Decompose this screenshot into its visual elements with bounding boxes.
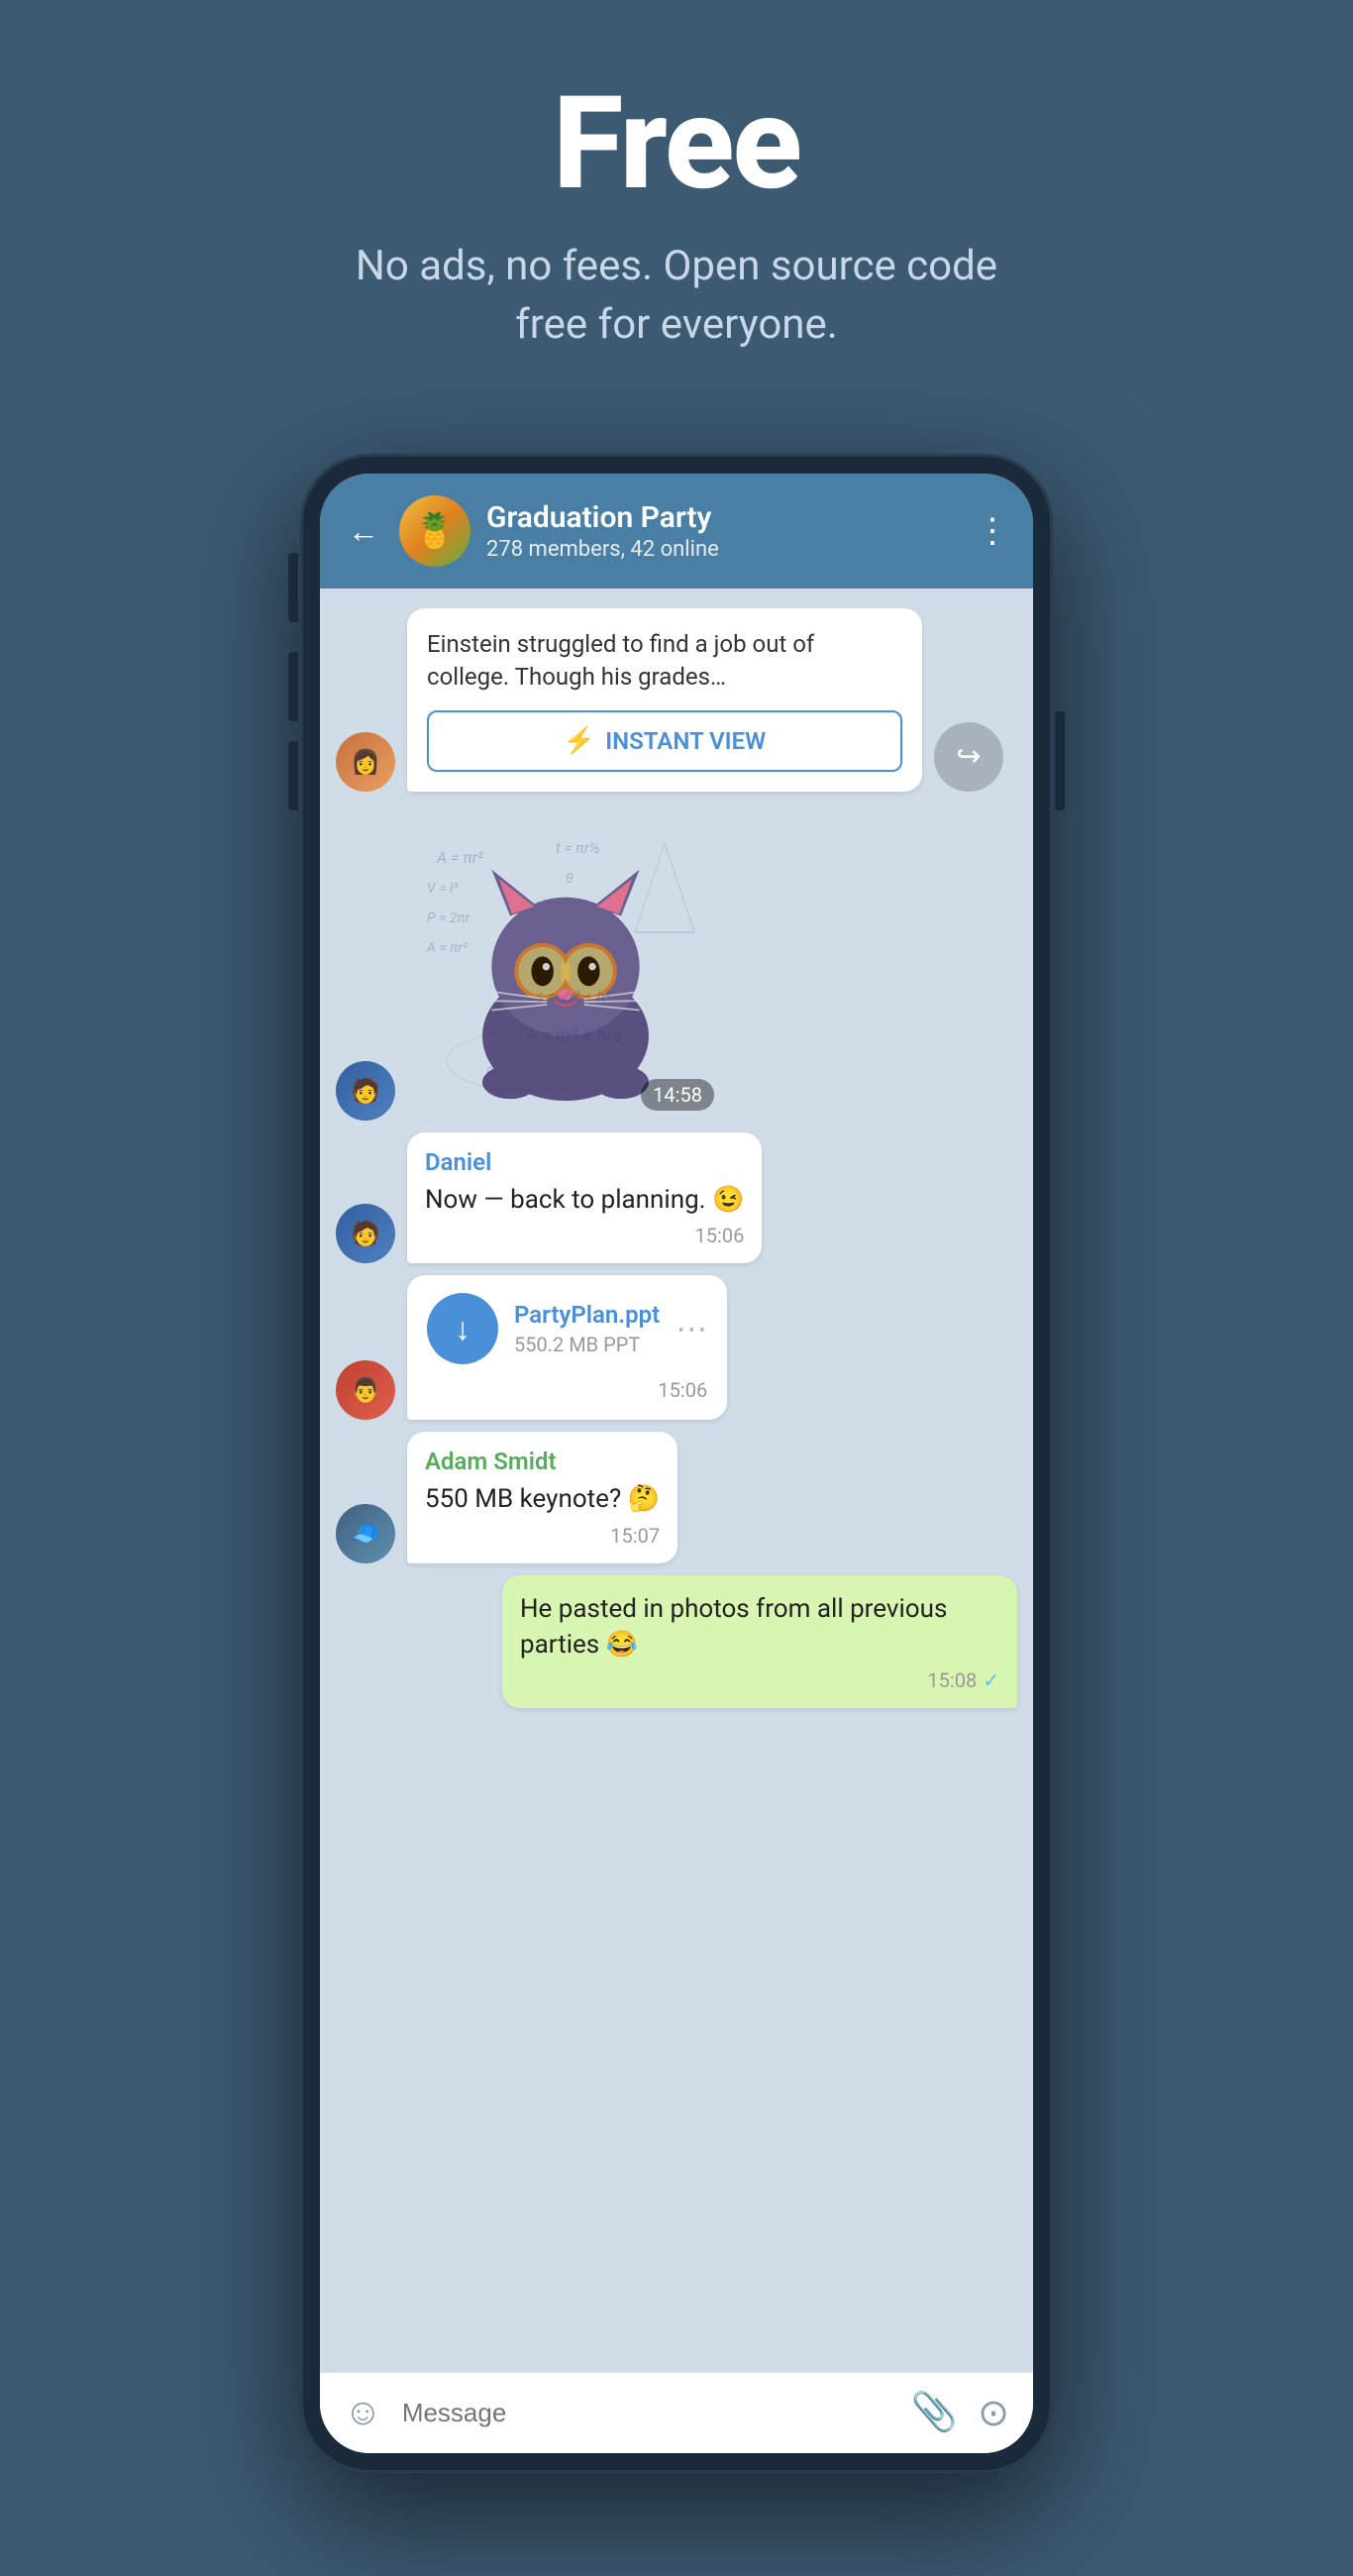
iv-card-row: 👩 Einstein struggled to find a job out o… bbox=[336, 608, 1017, 792]
file-msg-row: 👨 ↓ PartyPlan.ppt 550.2 MB PPT ⋯ 15:06 bbox=[336, 1275, 1017, 1420]
own-time: 15:08 ✓ bbox=[520, 1668, 999, 1692]
sticker-message: A = πr² V = l³ P = 2πr A = πr² t = πr½ θ… bbox=[407, 804, 724, 1121]
daniel-sender: Daniel bbox=[425, 1148, 744, 1176]
avatar-file-sender: 👨 bbox=[336, 1360, 395, 1420]
file-more-button[interactable]: ⋯ bbox=[676, 1310, 707, 1347]
adam-msg-row: 🧢 Adam Smidt 550 MB keynote? 🤔 15:07 bbox=[336, 1432, 1017, 1562]
share-button[interactable]: ↪ bbox=[934, 722, 1003, 792]
own-msg-row: He pasted in photos from all previous pa… bbox=[336, 1575, 1017, 1709]
back-button[interactable]: ← bbox=[344, 508, 383, 554]
avatar-user1: 👩 bbox=[336, 732, 395, 792]
adam-time: 15:07 bbox=[425, 1524, 660, 1548]
phone-screen: ← 🍍 Graduation Party 278 members, 42 onl… bbox=[320, 474, 1033, 2453]
daniel-time: 15:06 bbox=[425, 1224, 744, 1247]
own-bubble: He pasted in photos from all previous pa… bbox=[502, 1575, 1017, 1709]
avatar-adam: 🧢 bbox=[336, 1504, 395, 1563]
phone-frame: ← 🍍 Graduation Party 278 members, 42 onl… bbox=[300, 454, 1053, 2473]
adam-text: 550 MB keynote? 🤔 bbox=[425, 1481, 660, 1517]
download-icon-circle[interactable]: ↓ bbox=[427, 1293, 498, 1364]
hero-section: Free No ads, no fees. Open source code f… bbox=[0, 0, 1353, 414]
input-bar: ☺ 📎 ⊙ bbox=[320, 2372, 1033, 2453]
file-info: PartyPlan.ppt 550.2 MB PPT bbox=[514, 1301, 660, 1356]
read-check-icon: ✓ bbox=[983, 1668, 999, 1692]
chat-body: 👩 Einstein struggled to find a job out o… bbox=[320, 589, 1033, 2372]
adam-bubble: Adam Smidt 550 MB keynote? 🤔 15:07 bbox=[407, 1432, 677, 1562]
file-meta: 550.2 MB PPT bbox=[514, 1333, 660, 1356]
file-name: PartyPlan.ppt bbox=[514, 1301, 660, 1329]
hero-subtitle: No ads, no fees. Open source code free f… bbox=[330, 238, 1023, 355]
daniel-bubble: Daniel Now — back to planning. 😉 15:06 bbox=[407, 1132, 762, 1263]
adam-sender: Adam Smidt bbox=[425, 1448, 660, 1475]
chat-header: ← 🍍 Graduation Party 278 members, 42 onl… bbox=[320, 474, 1033, 589]
group-name: Graduation Party bbox=[486, 500, 960, 535]
file-time: 15:06 bbox=[427, 1378, 707, 1402]
lightning-icon: ⚡ bbox=[564, 726, 595, 756]
more-button[interactable]: ⋮ bbox=[976, 511, 1009, 551]
file-bubble: ↓ PartyPlan.ppt 550.2 MB PPT ⋯ 15:06 bbox=[407, 1275, 727, 1420]
camera-button[interactable]: ⊙ bbox=[978, 2391, 1009, 2435]
hero-title: Free bbox=[553, 79, 800, 208]
file-row: ↓ PartyPlan.ppt 550.2 MB PPT ⋯ bbox=[427, 1293, 707, 1364]
own-time-value: 15:08 bbox=[927, 1668, 977, 1692]
group-avatar: 🍍 bbox=[399, 495, 470, 567]
instant-view-card: Einstein struggled to find a job out of … bbox=[407, 608, 922, 792]
iv-article-text: Einstein struggled to find a job out of … bbox=[427, 628, 902, 695]
avatar-daniel: 🧑 bbox=[336, 1204, 395, 1263]
instant-view-label: INSTANT VIEW bbox=[605, 727, 766, 755]
daniel-text: Now — back to planning. 😉 bbox=[425, 1182, 744, 1218]
daniel-msg-row: 🧑 Daniel Now — back to planning. 😉 15:06 bbox=[336, 1132, 1017, 1263]
sticker-row: 🧑 A = πr² V = l³ P = 2πr A = πr² t = πr½… bbox=[336, 804, 1017, 1121]
avatar-user2: 🧑 bbox=[336, 1061, 395, 1121]
message-input[interactable] bbox=[402, 2398, 891, 2428]
sticker-image: A = πr² V = l³ P = 2πr A = πr² t = πr½ θ… bbox=[407, 804, 724, 1121]
group-info: Graduation Party 278 members, 42 online bbox=[486, 500, 960, 562]
sticker-time: 14:58 bbox=[641, 1079, 714, 1111]
emoji-button[interactable]: ☺ bbox=[344, 2391, 382, 2434]
attach-button[interactable]: 📎 bbox=[911, 2391, 958, 2434]
instant-view-button[interactable]: ⚡ INSTANT VIEW bbox=[427, 710, 902, 772]
phone-wrapper: ← 🍍 Graduation Party 278 members, 42 onl… bbox=[300, 454, 1053, 2473]
group-meta: 278 members, 42 online bbox=[486, 537, 960, 562]
own-text: He pasted in photos from all previous pa… bbox=[520, 1591, 999, 1664]
